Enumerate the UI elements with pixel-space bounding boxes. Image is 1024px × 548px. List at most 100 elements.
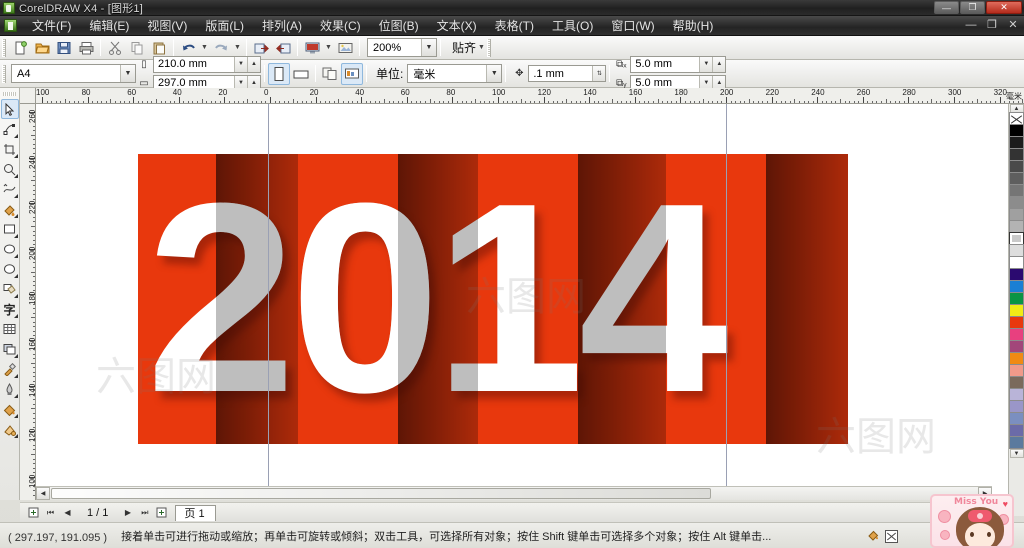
ruler-corner[interactable] <box>20 88 36 104</box>
flyout-arrow-icon[interactable] <box>13 294 18 298</box>
pick-tool[interactable] <box>0 99 19 119</box>
menu-text[interactable]: 文本(X) <box>428 15 486 36</box>
window-minimize-button[interactable]: — <box>934 1 959 14</box>
chevron-down-icon[interactable]: ▼ <box>421 39 436 56</box>
eyedropper-tool[interactable] <box>1 359 19 379</box>
flyout-arrow-icon[interactable] <box>13 154 18 158</box>
new-icon[interactable] <box>9 37 31 58</box>
horizontal-scroll-thumb[interactable] <box>51 488 711 499</box>
toolbox-grip[interactable] <box>3 92 16 96</box>
basic-shapes-tool[interactable] <box>1 279 19 299</box>
last-page-button[interactable]: ⏭ <box>137 505 152 520</box>
outline-tool[interactable] <box>1 379 19 399</box>
outline-none-icon[interactable] <box>885 529 898 543</box>
scroll-left-icon[interactable]: ◀ <box>36 487 50 500</box>
flyout-arrow-icon[interactable] <box>13 214 18 218</box>
spin-stepper-icon[interactable]: ⇅ <box>592 66 606 81</box>
palette-scroll-down-icon[interactable]: ▼ <box>1009 449 1024 458</box>
open-icon[interactable] <box>31 37 53 58</box>
spin-up-icon[interactable]: ▲ <box>712 56 726 72</box>
drawing-canvas[interactable]: 2014 2014 2014 六图网 六图网 六图网 <box>36 104 1008 500</box>
toolbar-grip[interactable] <box>2 38 6 57</box>
freehand-tool[interactable] <box>1 179 19 199</box>
text-tool[interactable]: 字 <box>1 299 19 319</box>
zoom-level-combo[interactable]: 200% ▼ <box>367 38 437 57</box>
flyout-arrow-icon[interactable] <box>13 394 18 398</box>
chevron-down-icon[interactable]: ▼ <box>486 65 502 82</box>
palette-swatch-slate-blue[interactable] <box>1009 436 1024 449</box>
document-restore-button[interactable]: ❐ <box>985 18 999 31</box>
menu-tools[interactable]: 工具(O) <box>543 15 602 36</box>
color-palette[interactable]: ▲ ▼ <box>1008 104 1024 516</box>
horizontal-scrollbar[interactable]: ◀ ▶ <box>36 486 992 500</box>
flyout-arrow-icon[interactable] <box>13 254 18 258</box>
flyout-arrow-icon[interactable] <box>13 174 18 178</box>
current-page-icon[interactable] <box>341 62 363 85</box>
next-page-button[interactable]: ▶ <box>120 505 135 520</box>
corel-online-icon[interactable] <box>334 37 356 58</box>
propertybar-grip[interactable] <box>2 64 6 83</box>
fill-color-icon[interactable] <box>867 528 880 544</box>
table-tool[interactable] <box>1 319 19 339</box>
snap-dropdown-icon[interactable]: ▼ <box>476 38 487 58</box>
chevron-down-icon[interactable]: ▼ <box>120 65 135 82</box>
menu-file[interactable]: 文件(F) <box>23 15 80 36</box>
window-restore-button[interactable]: ❐ <box>960 1 985 14</box>
menu-arrange[interactable]: 排列(A) <box>253 15 311 36</box>
interactive-fill-tool[interactable] <box>1 419 19 439</box>
menu-table[interactable]: 表格(T) <box>486 15 543 36</box>
cut-icon[interactable] <box>104 37 126 58</box>
snap-to-label[interactable]: 贴齐 <box>452 39 476 56</box>
spin-down-icon[interactable]: ▼ <box>699 56 713 72</box>
first-page-button[interactable]: ⏮ <box>43 505 58 520</box>
document-close-button[interactable]: ✕ <box>1006 18 1020 31</box>
landscape-icon[interactable] <box>290 63 312 85</box>
spin-down-icon[interactable]: ▼ <box>234 56 247 72</box>
document-minimize-button[interactable]: — <box>964 19 978 31</box>
window-close-button[interactable]: ✕ <box>986 1 1022 14</box>
zoom-tool[interactable] <box>1 159 19 179</box>
save-icon[interactable] <box>53 37 75 58</box>
add-page-start-button[interactable] <box>26 505 41 520</box>
menu-edit[interactable]: 编辑(E) <box>80 15 138 36</box>
export-icon[interactable] <box>272 37 294 58</box>
shape-tool[interactable] <box>1 119 19 139</box>
application-launcher-icon[interactable] <box>301 37 323 58</box>
menu-window[interactable]: 窗口(W) <box>602 15 663 36</box>
toolbar-grip-end[interactable] <box>487 38 492 57</box>
application-launcher-dropdown-icon[interactable]: ▼ <box>323 38 334 58</box>
menu-bitmaps[interactable]: 位图(B) <box>370 15 428 36</box>
palette-swatch-none[interactable] <box>1009 112 1024 125</box>
add-page-end-button[interactable] <box>154 505 169 520</box>
fill-tool[interactable] <box>1 399 19 419</box>
crop-tool[interactable] <box>1 139 19 159</box>
print-icon[interactable] <box>75 37 97 58</box>
flyout-arrow-icon[interactable] <box>13 354 18 358</box>
flyout-arrow-icon[interactable] <box>13 314 18 318</box>
flyout-arrow-icon[interactable] <box>13 414 18 418</box>
flyout-arrow-icon[interactable] <box>13 234 18 238</box>
smart-fill-tool[interactable] <box>1 199 19 219</box>
rectangle-tool[interactable] <box>1 219 19 239</box>
all-pages-icon[interactable] <box>319 63 341 85</box>
guideline-left[interactable] <box>268 104 269 500</box>
page-tab-1[interactable]: 页 1 <box>175 504 216 521</box>
flyout-arrow-icon[interactable] <box>13 374 18 378</box>
page-width-input[interactable]: 210.0 mm ▼ ▲ <box>153 55 261 73</box>
menu-effects[interactable]: 效果(C) <box>311 15 370 36</box>
menu-layout[interactable]: 版面(L) <box>196 15 253 36</box>
ellipse-tool[interactable] <box>1 239 19 259</box>
duplicate-x-input[interactable]: 5.0 mm ▼ ▲ <box>630 55 727 73</box>
undo-dropdown-icon[interactable]: ▼ <box>199 38 210 58</box>
menu-view[interactable]: 视图(V) <box>138 15 196 36</box>
nudge-offset-input[interactable]: .1 mm ⇅ <box>528 65 607 82</box>
vertical-ruler[interactable]: 26024022020018016014012010080 <box>20 104 36 500</box>
portrait-icon[interactable] <box>268 62 290 85</box>
guideline-right[interactable] <box>726 104 727 500</box>
unit-combo[interactable]: 毫米 ▼ <box>407 64 503 83</box>
spin-up-icon[interactable]: ▲ <box>247 56 260 72</box>
menu-help[interactable]: 帮助(H) <box>664 15 723 36</box>
horizontal-ruler[interactable]: 毫米 100 80 60 40 20 0 20 40 60 80 100 120 140 160 180 20… <box>36 88 1024 104</box>
interactive-blend-tool[interactable] <box>1 339 19 359</box>
flyout-arrow-icon[interactable] <box>13 194 18 198</box>
